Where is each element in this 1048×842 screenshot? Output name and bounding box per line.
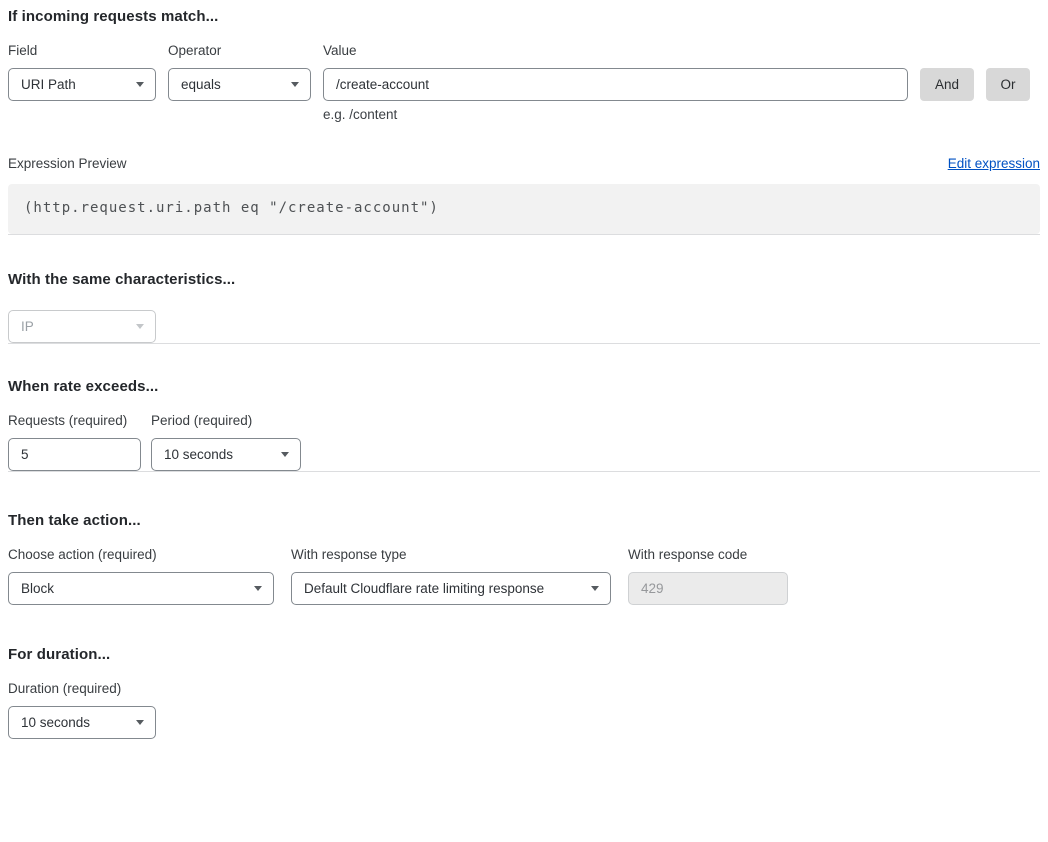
requests-label: Requests (required) xyxy=(8,413,141,429)
duration-label: Duration (required) xyxy=(8,681,156,697)
period-select[interactable]: 10 seconds xyxy=(151,438,301,471)
field-select-value: URI Path xyxy=(21,77,76,92)
section-heading-duration: For duration... xyxy=(8,646,1040,664)
chevron-down-icon xyxy=(281,452,289,457)
operator-select-value: equals xyxy=(181,77,221,92)
section-divider xyxy=(8,234,1040,235)
chevron-down-icon xyxy=(591,586,599,591)
chevron-down-icon xyxy=(136,720,144,725)
characteristic-select: IP xyxy=(8,310,156,343)
chevron-down-icon xyxy=(291,82,299,87)
response-type-label: With response type xyxy=(291,547,611,563)
section-heading-rate: When rate exceeds... xyxy=(8,378,1040,396)
value-group: Value e.g. /content xyxy=(323,43,908,123)
expression-preview-label: Expression Preview xyxy=(8,156,127,172)
expression-preview-header: Expression Preview Edit expression xyxy=(8,156,1040,172)
response-type-group: With response type Default Cloudflare ra… xyxy=(291,547,611,605)
operator-select[interactable]: equals xyxy=(168,68,311,101)
response-code-label: With response code xyxy=(628,547,788,563)
value-hint: e.g. /content xyxy=(323,107,908,123)
section-characteristics: With the same characteristics... IP xyxy=(8,271,1040,343)
section-heading-action: Then take action... xyxy=(8,512,1040,530)
operator-group: Operator equals xyxy=(168,43,311,101)
chevron-down-icon xyxy=(136,324,144,329)
duration-select-value: 10 seconds xyxy=(21,715,90,730)
rate-controls-row: Requests (required) Period (required) 10… xyxy=(8,413,1040,471)
section-divider xyxy=(8,471,1040,472)
value-label: Value xyxy=(323,43,908,59)
section-incoming-requests: If incoming requests match... Field URI … xyxy=(8,8,1040,234)
value-input[interactable] xyxy=(323,68,908,101)
choose-action-select-value: Block xyxy=(21,581,54,596)
operator-label: Operator xyxy=(168,43,311,59)
choose-action-label: Choose action (required) xyxy=(8,547,274,563)
rate-limiting-rule-form: If incoming requests match... Field URI … xyxy=(0,0,1048,842)
section-duration: For duration... Duration (required) 10 s… xyxy=(8,646,1040,739)
duration-select[interactable]: 10 seconds xyxy=(8,706,156,739)
response-code-input xyxy=(628,572,788,605)
and-button[interactable]: And xyxy=(920,68,974,101)
expression-preview-code: (http.request.uri.path eq "/create-accou… xyxy=(8,184,1040,234)
requests-group: Requests (required) xyxy=(8,413,141,471)
duration-group: Duration (required) 10 seconds xyxy=(8,681,156,739)
expression-builder-row: Field URI Path Operator equals Value e.g… xyxy=(8,43,1040,123)
period-group: Period (required) 10 seconds xyxy=(151,413,301,471)
field-select[interactable]: URI Path xyxy=(8,68,156,101)
period-label: Period (required) xyxy=(151,413,301,429)
response-code-group: With response code xyxy=(628,547,788,605)
field-label: Field xyxy=(8,43,156,59)
section-action: Then take action... Choose action (requi… xyxy=(8,512,1040,605)
section-heading-incoming-requests: If incoming requests match... xyxy=(8,8,1040,26)
field-group: Field URI Path xyxy=(8,43,156,101)
action-controls-row: Choose action (required) Block With resp… xyxy=(8,547,1040,605)
section-heading-characteristics: With the same characteristics... xyxy=(8,271,1040,289)
response-type-select-value: Default Cloudflare rate limiting respons… xyxy=(304,581,544,596)
section-divider xyxy=(8,343,1040,344)
requests-input[interactable] xyxy=(8,438,141,471)
chevron-down-icon xyxy=(254,586,262,591)
chevron-down-icon xyxy=(136,82,144,87)
or-button[interactable]: Or xyxy=(986,68,1030,101)
choose-action-group: Choose action (required) Block xyxy=(8,547,274,605)
characteristic-select-value: IP xyxy=(21,319,34,334)
period-select-value: 10 seconds xyxy=(164,447,233,462)
section-rate: When rate exceeds... Requests (required)… xyxy=(8,378,1040,471)
choose-action-select[interactable]: Block xyxy=(8,572,274,605)
edit-expression-link[interactable]: Edit expression xyxy=(948,156,1040,172)
response-type-select[interactable]: Default Cloudflare rate limiting respons… xyxy=(291,572,611,605)
